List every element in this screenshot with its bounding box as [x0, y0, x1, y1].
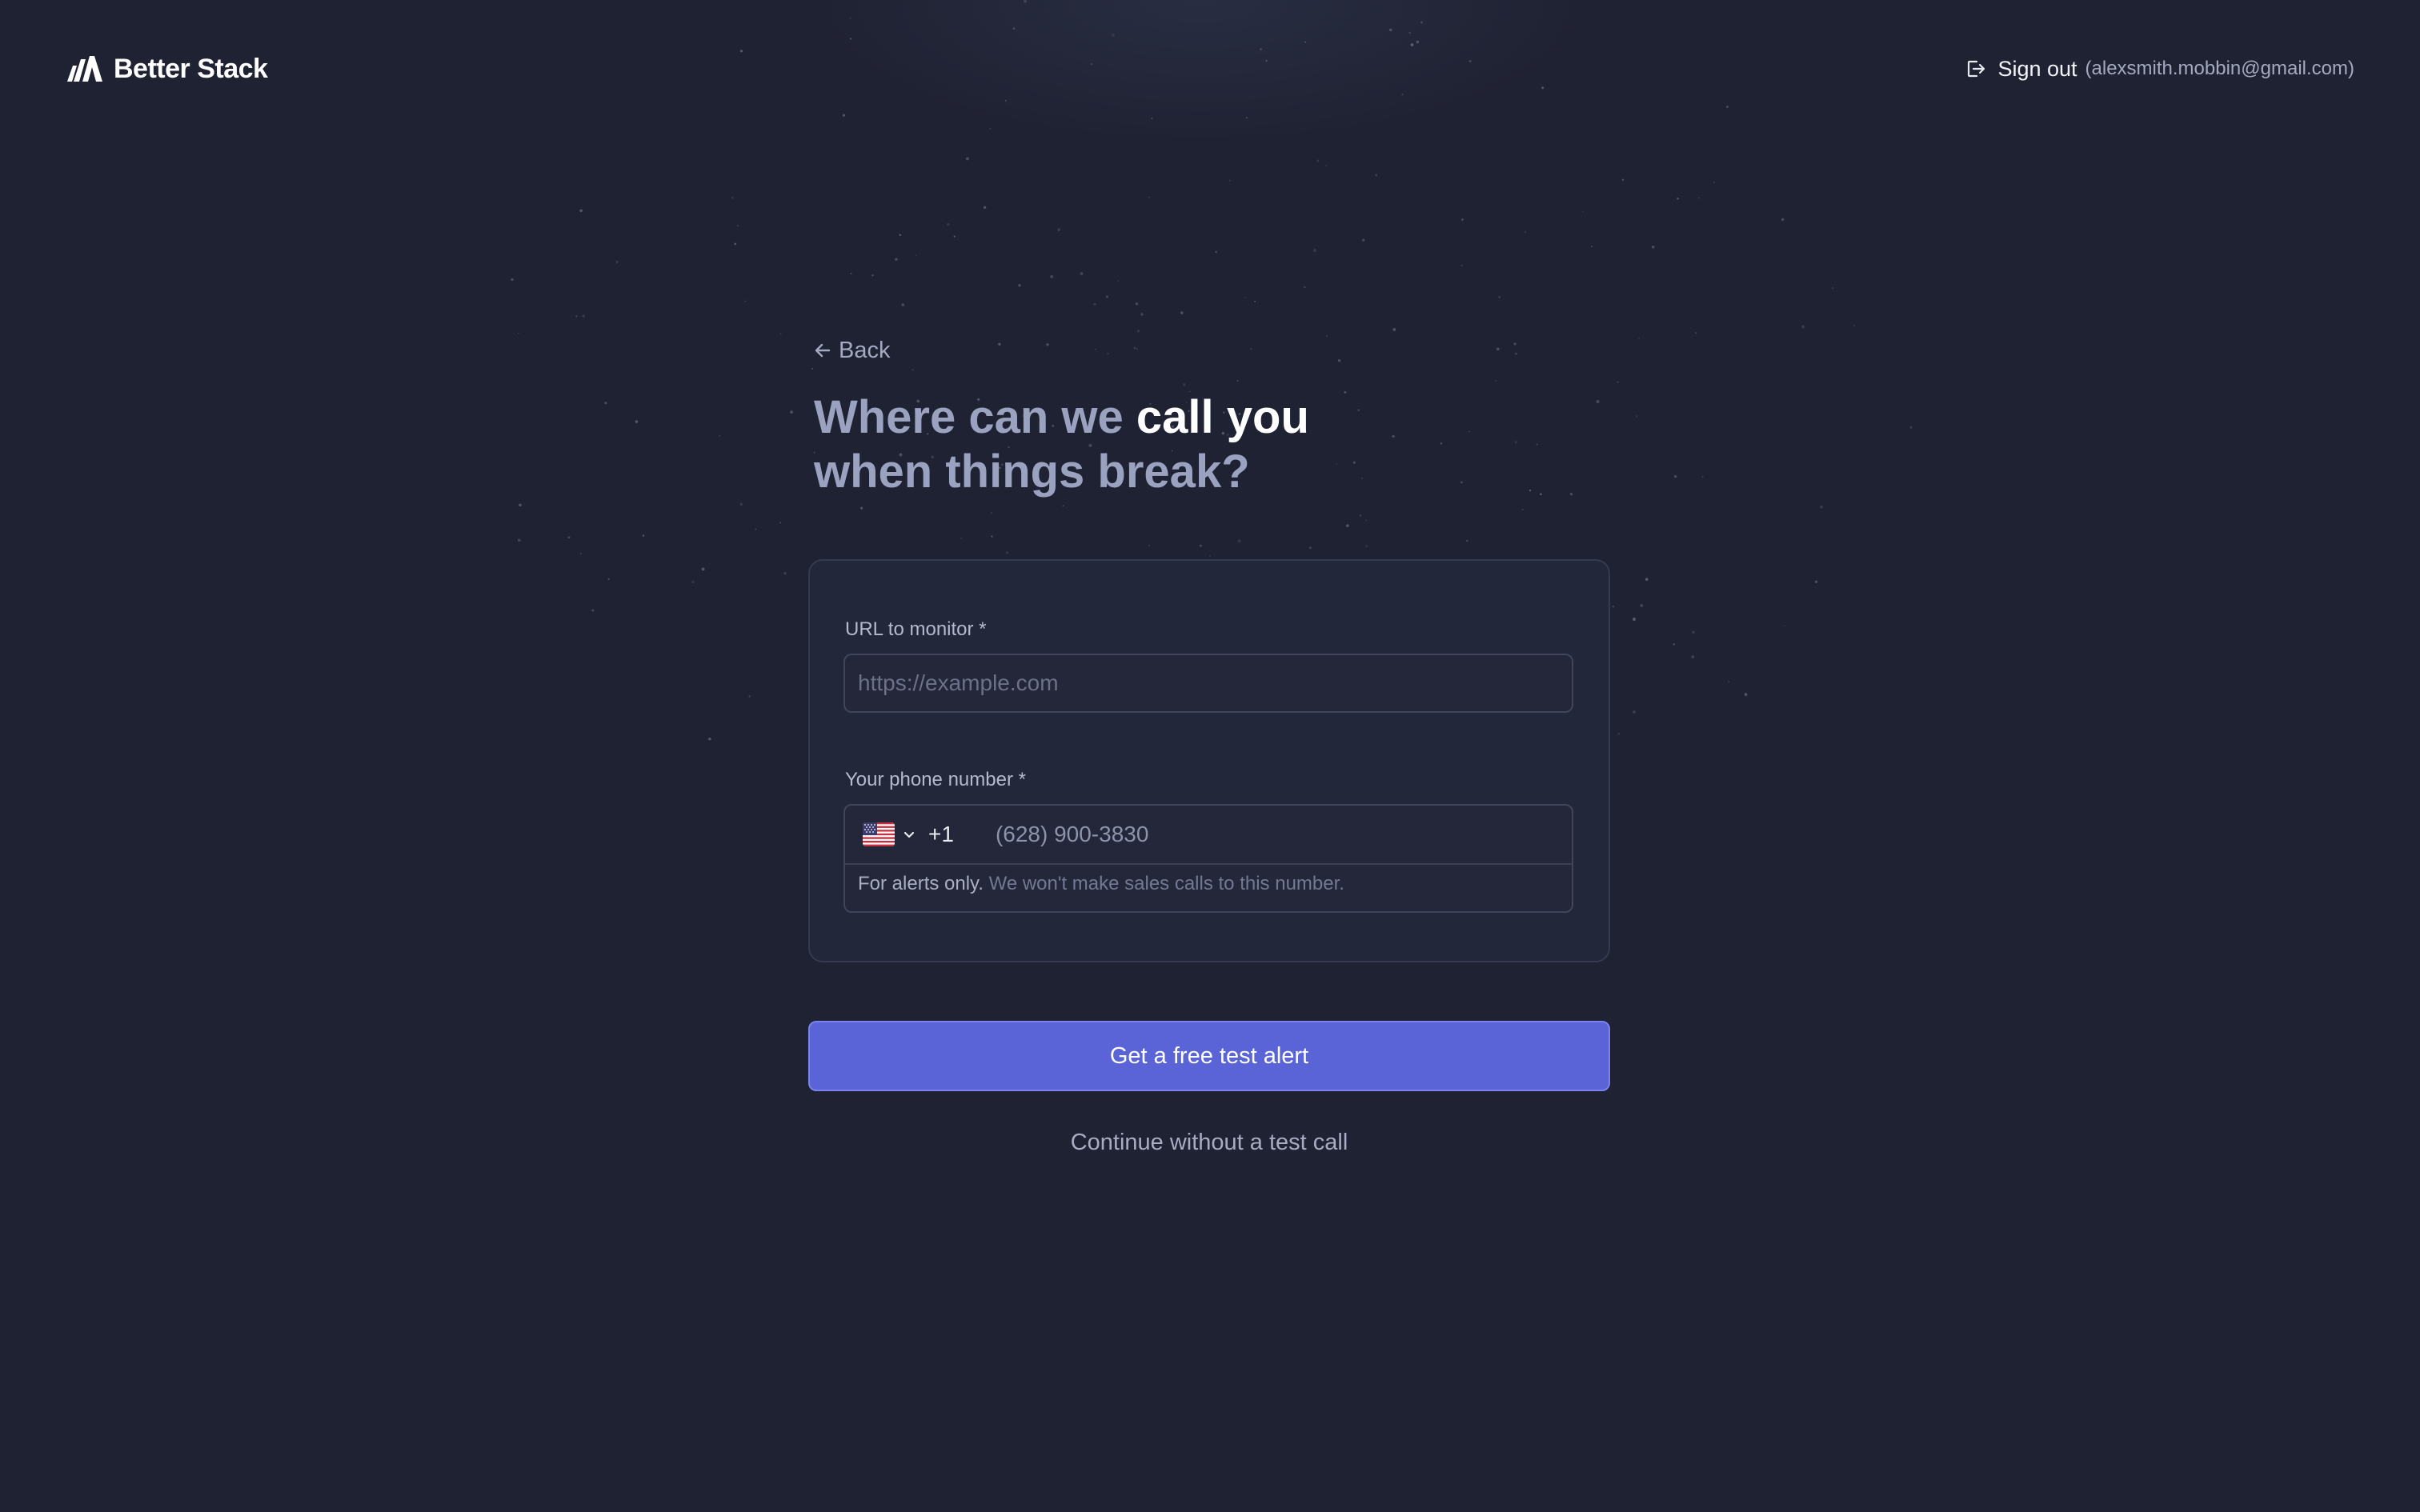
arrow-left-icon	[815, 343, 831, 358]
sign-out-label: Sign out	[1997, 56, 2077, 81]
continue-without-test-link[interactable]: Continue without a test call	[808, 1130, 1610, 1156]
setup-form-card: URL to monitor * Your phone number *	[808, 559, 1610, 962]
phone-hint-strong: For alerts only.	[858, 873, 984, 894]
sign-out-icon	[1968, 60, 1985, 78]
title-part-1: Where can we	[814, 391, 1136, 443]
title-part-2: when things break?	[814, 446, 1250, 498]
account-email: (alexsmith.mobbin@gmail.com)	[2085, 58, 2354, 79]
us-flag-icon	[863, 822, 895, 846]
back-label: Back	[839, 337, 891, 363]
page: Better Stack Sign out (alexsmith.mobbin@…	[0, 0, 2420, 1512]
url-field-label: URL to monitor *	[845, 618, 987, 640]
brand-logo[interactable]: Better Stack	[67, 51, 268, 86]
dial-code: +1	[928, 822, 954, 846]
page-title: Where can we call you when things break?	[814, 390, 1534, 499]
brand-name: Better Stack	[114, 53, 268, 84]
better-stack-logo-icon	[67, 56, 102, 82]
country-code-select[interactable]	[863, 822, 916, 846]
phone-field-label: Your phone number *	[845, 769, 1026, 790]
url-input[interactable]	[843, 654, 1573, 713]
phone-field: +1 For alerts only. We won't make sales …	[843, 804, 1573, 913]
back-link[interactable]: Back	[813, 334, 890, 366]
phone-number-input[interactable]	[993, 810, 1572, 859]
phone-hint: For alerts only. We won't make sales cal…	[858, 873, 1344, 895]
get-test-alert-button[interactable]: Get a free test alert	[808, 1021, 1610, 1091]
chevron-down-icon	[903, 831, 915, 838]
title-highlight: call you	[1136, 391, 1309, 443]
sign-out-button[interactable]: Sign out (alexsmith.mobbin@gmail.com)	[1965, 53, 2354, 85]
phone-hint-muted: We won't make sales calls to this number…	[983, 873, 1344, 894]
phone-input-row: +1	[845, 806, 1572, 865]
